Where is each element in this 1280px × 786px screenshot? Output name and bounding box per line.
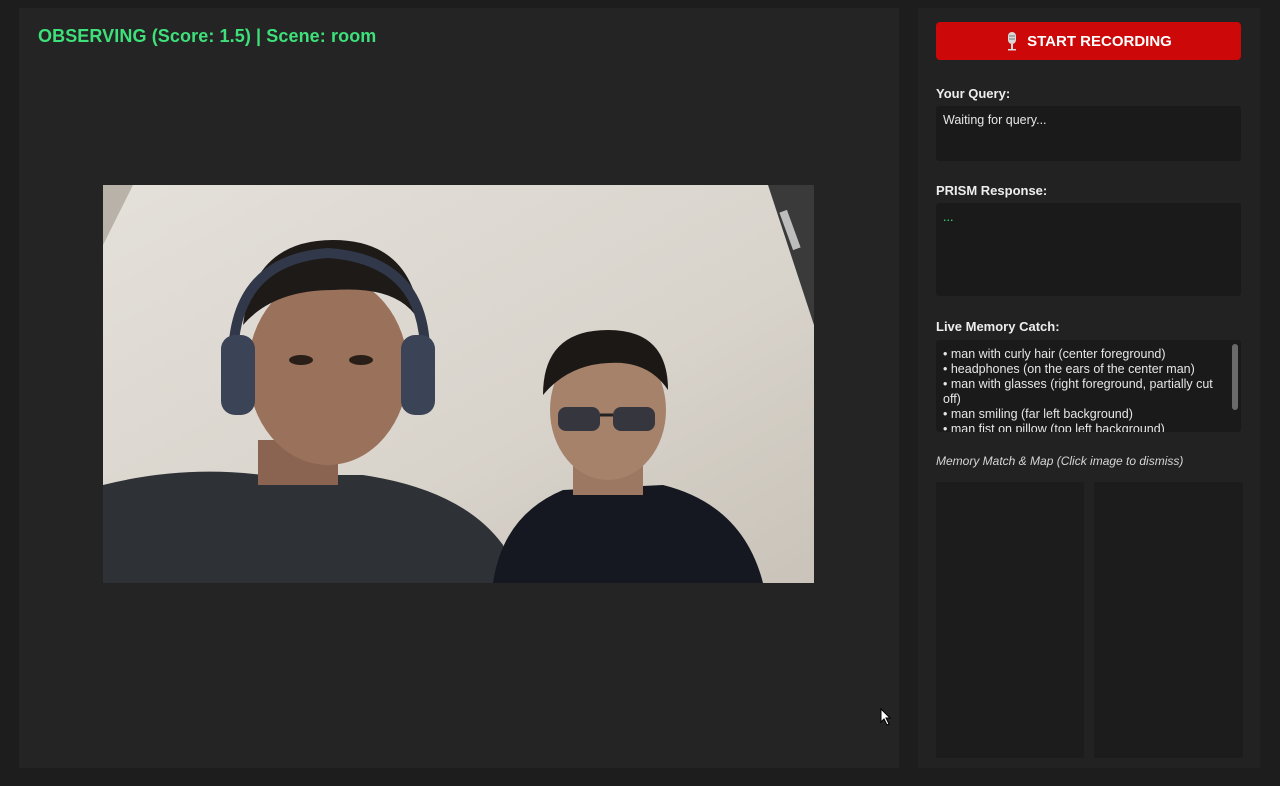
query-box: Waiting for query... <box>936 106 1241 161</box>
app-window: OBSERVING (Score: 1.5) | Scene: room STA… <box>0 0 1280 786</box>
memory-match-caption: Memory Match & Map (Click image to dismi… <box>936 454 1184 468</box>
response-text: ... <box>943 210 954 224</box>
response-box: ... <box>936 203 1241 296</box>
memory-map-image[interactable] <box>1094 482 1243 758</box>
mouse-cursor-icon <box>880 707 892 731</box>
memory-item: • man with glasses (right foreground, pa… <box>943 377 1213 406</box>
memory-scrollbar[interactable] <box>1232 344 1238 428</box>
memory-item: • headphones (on the ears of the center … <box>943 362 1195 376</box>
memory-scrollbar-thumb[interactable] <box>1232 344 1238 410</box>
start-recording-label: START RECORDING <box>1027 32 1172 50</box>
camera-frame-image <box>103 185 814 583</box>
camera-feed <box>103 185 814 583</box>
memory-item: • man with curly hair (center foreground… <box>943 347 1166 361</box>
response-label: PRISM Response: <box>936 183 1048 198</box>
status-text: OBSERVING (Score: 1.5) | Scene: room <box>38 26 377 46</box>
query-label: Your Query: <box>936 86 1011 101</box>
microphone-icon <box>1005 31 1019 51</box>
memory-item: • man smiling (far left background) <box>943 407 1133 421</box>
memory-list: • man with curly hair (center foreground… <box>943 347 1227 432</box>
sidebar: START RECORDING Your Query: Waiting for … <box>918 8 1260 768</box>
memory-item: • man fist on pillow (top left backgroun… <box>943 422 1165 432</box>
video-panel: OBSERVING (Score: 1.5) | Scene: room <box>19 8 899 768</box>
start-recording-button[interactable]: START RECORDING <box>936 22 1241 60</box>
memory-match-image[interactable] <box>936 482 1084 758</box>
memory-list-box[interactable]: • man with curly hair (center foreground… <box>936 340 1241 432</box>
memory-label: Live Memory Catch: <box>936 319 1060 334</box>
query-text: Waiting for query... <box>943 113 1047 127</box>
